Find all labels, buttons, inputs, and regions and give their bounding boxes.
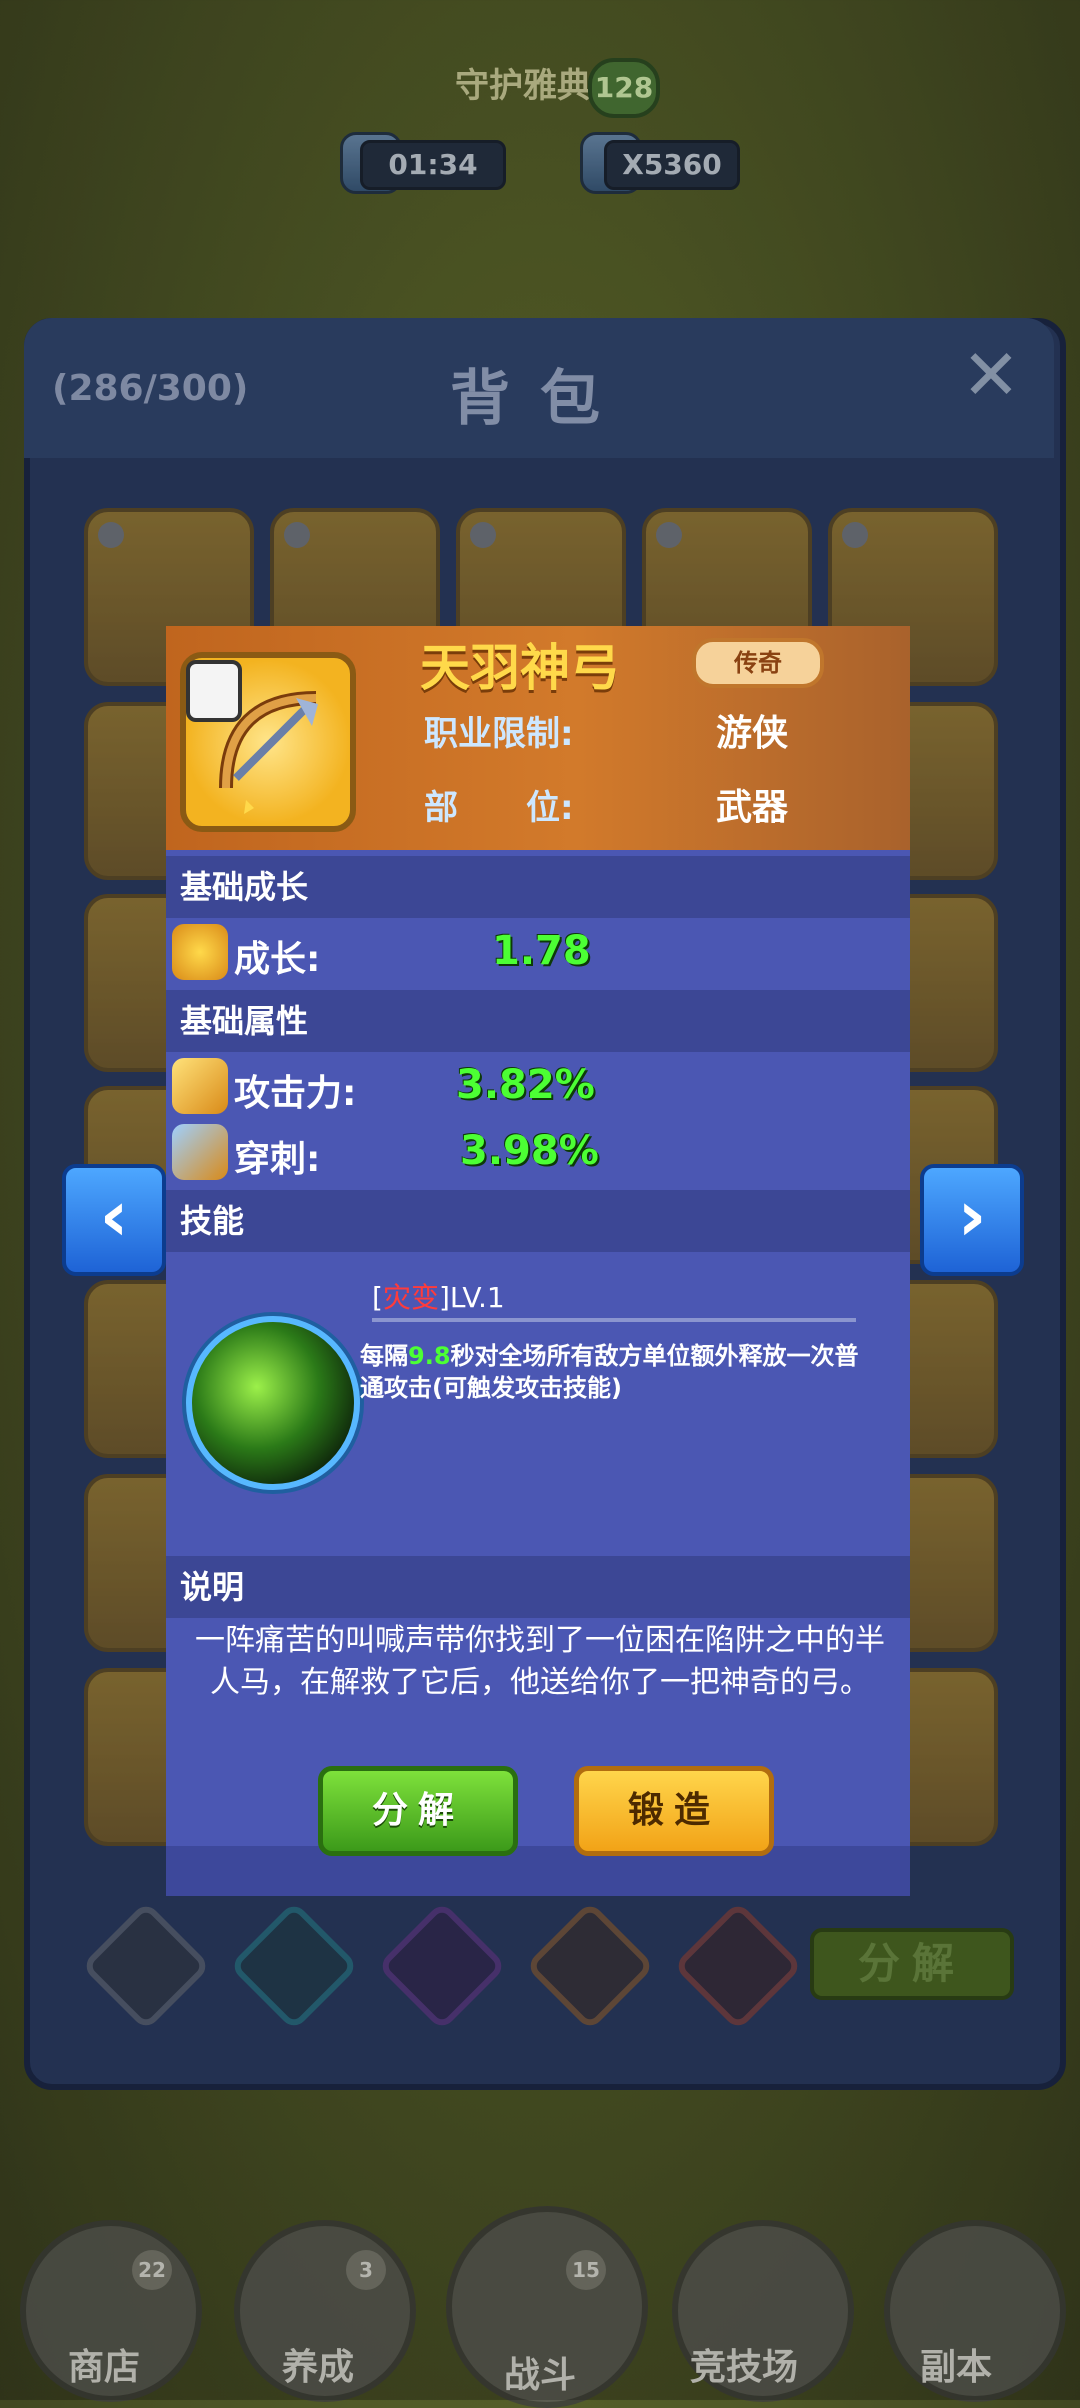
section-attributes: 基础属性 <box>166 990 910 1052</box>
section-growth: 基础成长 <box>166 856 910 918</box>
attack-value: 3.82% <box>456 1062 595 1108</box>
next-item-button[interactable]: › <box>920 1164 1024 1276</box>
pierce-icon <box>172 1124 228 1180</box>
skill-divider <box>372 1318 856 1322</box>
pierce-value: 3.98% <box>460 1128 599 1174</box>
skill-bracket-close: ] <box>438 1281 450 1314</box>
growth-label: 成长: <box>234 939 321 980</box>
growth-value: 1.78 <box>492 928 591 974</box>
skill-icon[interactable] <box>186 1316 360 1490</box>
sword-icon <box>172 1058 228 1114</box>
growth-icon <box>172 924 228 980</box>
flavor-text: 一阵痛苦的叫喊声带你找到了一位困在陷阱之中的半人马，在解救了它后，他送给你了一把… <box>195 1623 885 1700</box>
skill-level: LV.1 <box>449 1281 505 1314</box>
stat-row-pierce: 穿刺: 3.98% <box>166 1120 910 1186</box>
item-popup-footer <box>166 1846 910 1896</box>
skill-name: 灾变 <box>382 1281 439 1314</box>
stat-row-growth: 成长: 1.78 <box>166 920 910 986</box>
skill-desc-prefix: 每隔 <box>360 1342 408 1370</box>
pierce-label: 穿刺: <box>234 1139 321 1180</box>
decompose-button[interactable]: 分解 <box>318 1766 518 1856</box>
section-description: 说明 <box>166 1556 910 1618</box>
lock-icon[interactable] <box>186 660 242 722</box>
attack-label: 攻击力: <box>234 1073 357 1114</box>
slot-value: 武器 <box>716 787 789 828</box>
rarity-badge: 传奇 <box>692 638 824 688</box>
class-restriction-label: 职业限制: <box>424 714 574 754</box>
prev-item-button[interactable]: ‹ <box>62 1164 166 1276</box>
skill-interval: 9.8 <box>408 1342 451 1370</box>
skill-bracket-open: [ <box>372 1281 383 1314</box>
skill-title: [灾变]LV.1 <box>372 1276 505 1316</box>
section-skill: 技能 <box>166 1190 910 1252</box>
stat-row-attack: 攻击力: 3.82% <box>166 1054 910 1120</box>
slot-label: 部 位: <box>424 788 574 828</box>
skill-description: 每隔9.8秒对全场所有敌方单位额外释放一次普通攻击(可触发攻击技能) <box>360 1340 880 1404</box>
class-restriction-value: 游侠 <box>716 713 789 754</box>
forge-button[interactable]: 锻造 <box>574 1766 774 1856</box>
item-name: 天羽神弓 <box>420 639 620 697</box>
